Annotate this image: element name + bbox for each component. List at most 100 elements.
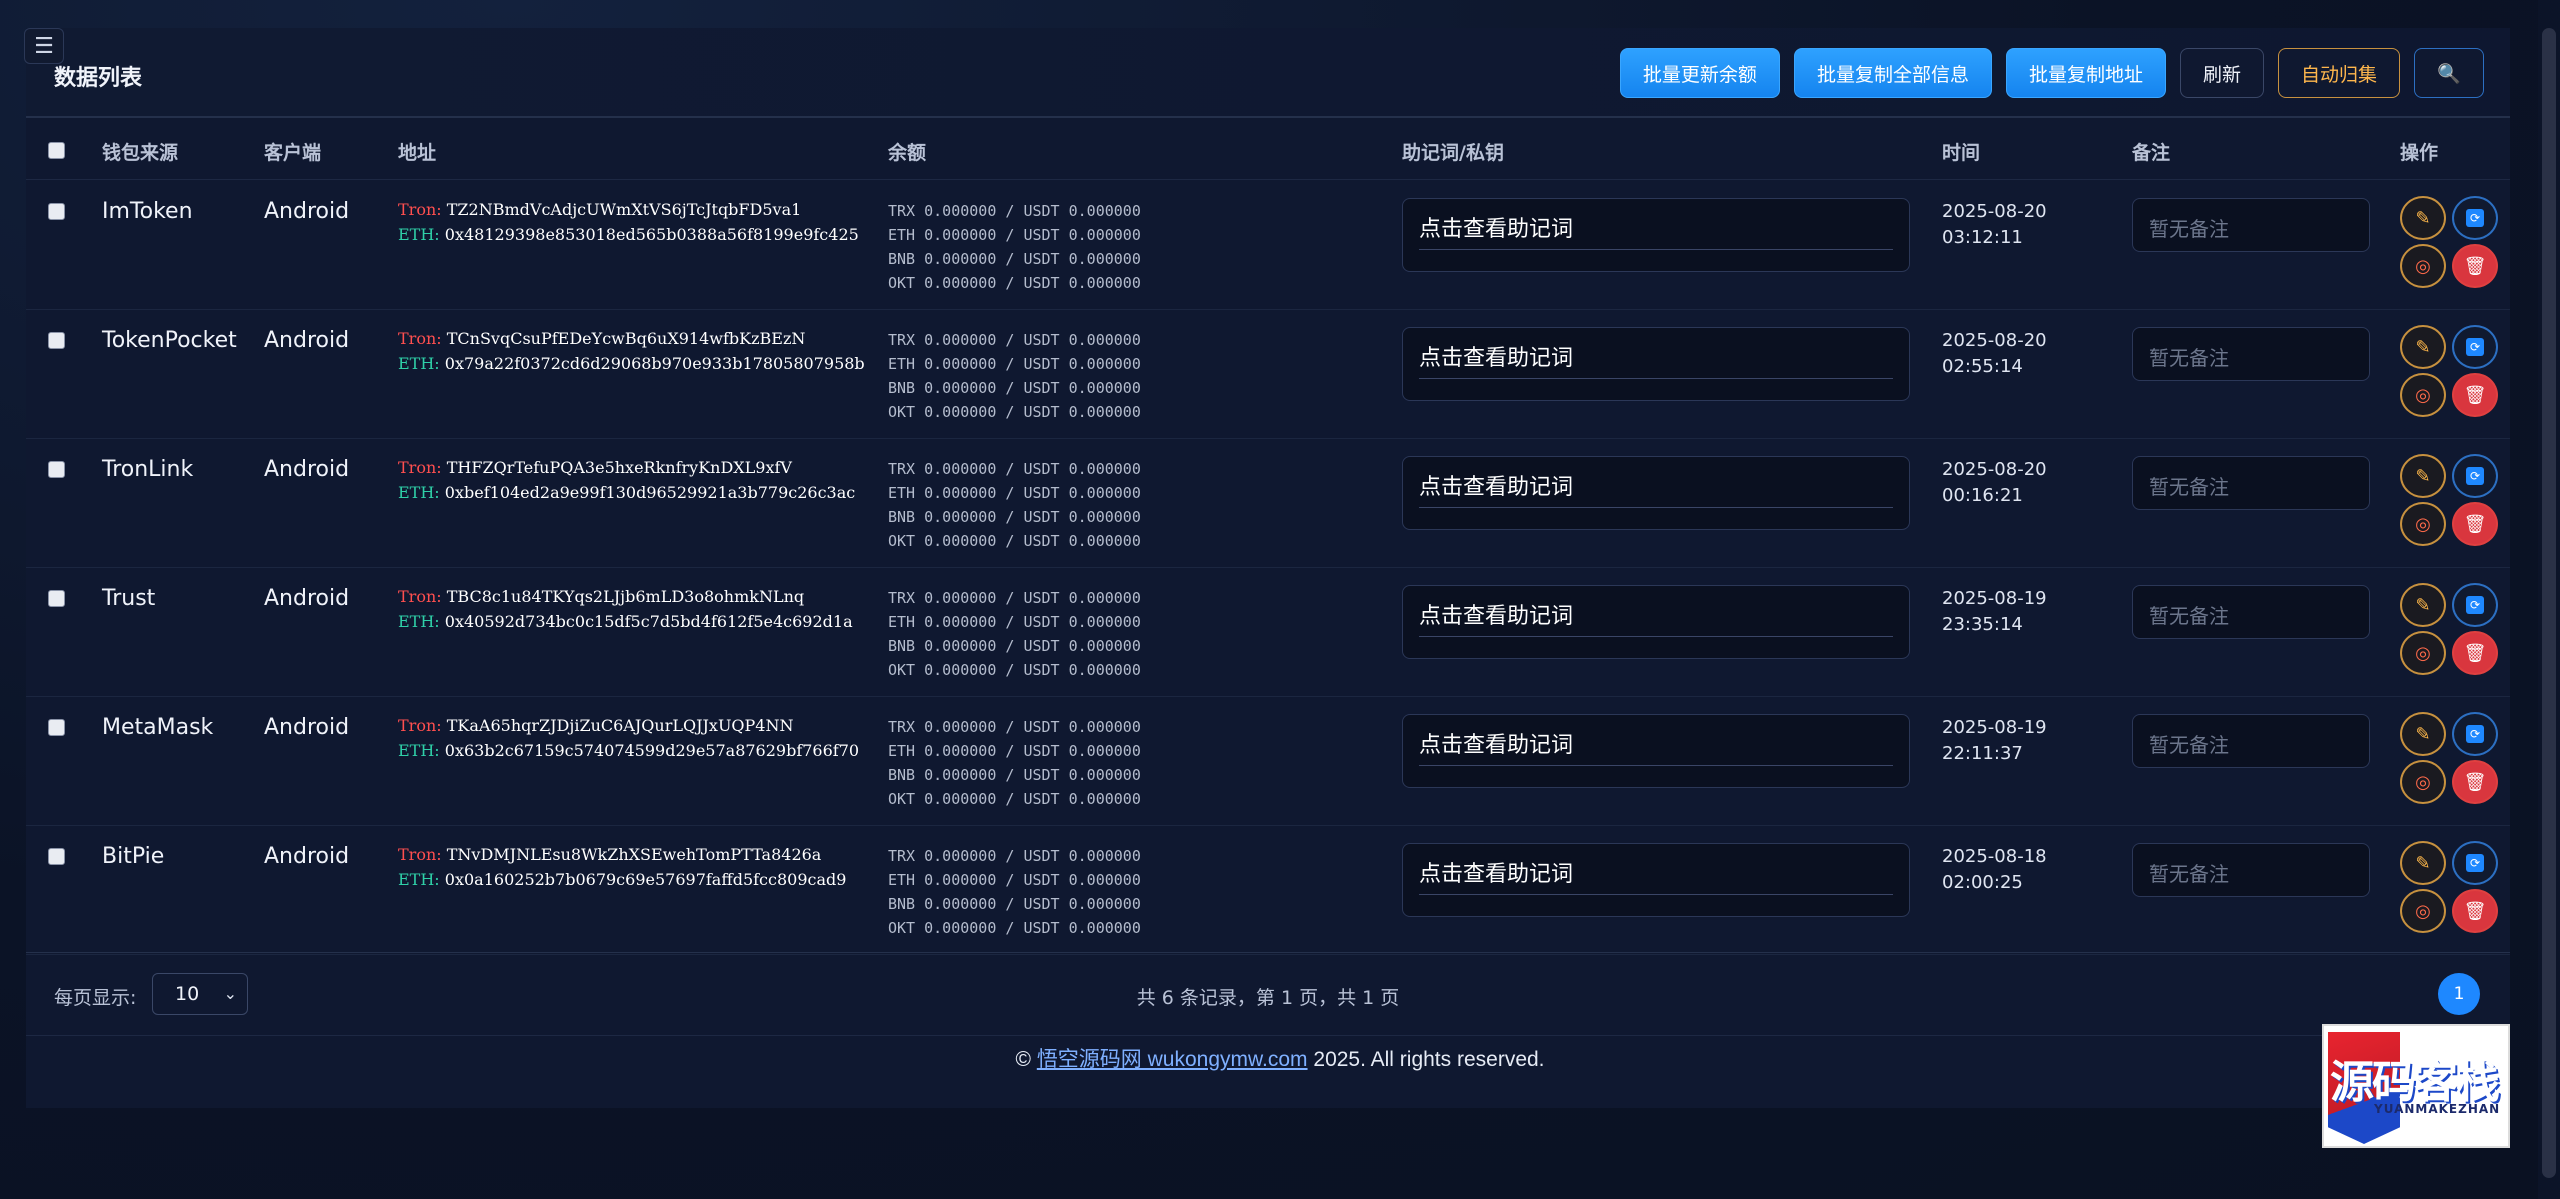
collect-button[interactable]: ◎ xyxy=(2400,889,2446,933)
edit-button[interactable]: ✎ xyxy=(2400,196,2446,240)
note-placeholder: 暂无备注 xyxy=(2149,475,2229,499)
sync-button[interactable]: ⟳ xyxy=(2452,583,2498,627)
refresh-icon: ⟳ xyxy=(2466,596,2484,614)
row-checkbox[interactable] xyxy=(48,590,65,607)
target-icon: ◎ xyxy=(2415,771,2431,793)
row-checkbox[interactable] xyxy=(48,461,65,478)
date: 2025-08-20 xyxy=(1942,459,2047,480)
delete-button[interactable]: 🗑 xyxy=(2452,373,2498,417)
scrollbar[interactable] xyxy=(2538,0,2560,1199)
balance-eth: ETH 0.000000 / USDT 0.000000 xyxy=(888,355,1141,373)
edit-button[interactable]: ✎ xyxy=(2400,583,2446,627)
collect-button[interactable]: ◎ xyxy=(2400,244,2446,288)
delete-button[interactable]: 🗑 xyxy=(2452,631,2498,675)
eth-address[interactable]: 0x79a22f0372cd6d29068b970e933b1780580795… xyxy=(445,354,865,373)
edit-button[interactable]: ✎ xyxy=(2400,841,2446,885)
balance-eth: ETH 0.000000 / USDT 0.000000 xyxy=(888,742,1141,760)
eth-address[interactable]: 0x40592d734bc0c15df5c7d5bd4f612f5e4c692d… xyxy=(445,612,853,631)
collect-button[interactable]: ◎ xyxy=(2400,631,2446,675)
note-input[interactable]: 暂无备注 xyxy=(2132,456,2370,510)
row-actions: ✎ ⟳ ◎ 🗑 xyxy=(2400,325,2498,421)
mnemonic-reveal-button[interactable]: 点击查看助记词 xyxy=(1402,843,1910,917)
scrollbar-thumb[interactable] xyxy=(2542,28,2556,1178)
target-icon: ◎ xyxy=(2415,384,2431,406)
page-summary: 共 6 条记录，第 1 页，共 1 页 xyxy=(1136,987,1400,1009)
menu-toggle-button[interactable]: ☰ xyxy=(24,28,64,64)
mnemonic-reveal-button[interactable]: 点击查看助记词 xyxy=(1402,198,1910,272)
collect-button[interactable]: ◎ xyxy=(2400,373,2446,417)
sync-button[interactable]: ⟳ xyxy=(2452,196,2498,240)
table-row: ImToken Android Tron: TZ2NBmdVcAdjcUWmXt… xyxy=(26,181,2510,310)
trash-icon: 🗑 xyxy=(2463,771,2487,793)
balance-block: TRX 0.000000 / USDT 0.000000 ETH 0.00000… xyxy=(888,199,1141,295)
note-input[interactable]: 暂无备注 xyxy=(2132,843,2370,897)
eth-address[interactable]: 0x63b2c67159c574074599d29e57a87629bf766f… xyxy=(445,741,859,760)
sync-button[interactable]: ⟳ xyxy=(2452,712,2498,756)
tron-address-line: Tron: TKaA65hqrZJDjiZuC6AJQurLQJJxUQP4NN xyxy=(398,713,859,738)
row-checkbox[interactable] xyxy=(48,848,65,865)
date: 2025-08-19 xyxy=(1942,717,2047,738)
eth-label: ETH: xyxy=(398,225,440,244)
tron-address[interactable]: THFZQrTefuPQA3e5hxeRknfryKnDXL9xfV xyxy=(447,458,792,477)
eth-address-line: ETH: 0xbef104ed2a9e99f130d96529921a3b779… xyxy=(398,480,855,505)
collect-button[interactable]: ◎ xyxy=(2400,760,2446,804)
balance-okt: OKT 0.000000 / USDT 0.000000 xyxy=(888,919,1141,937)
batch-copy-address-button[interactable]: 批量复制地址 xyxy=(2005,48,2166,98)
edit-button[interactable]: ✎ xyxy=(2400,454,2446,498)
address-block: Tron: TZ2NBmdVcAdjcUWmXtVS6jTcJtqbFD5va1… xyxy=(398,197,859,247)
edit-button[interactable]: ✎ xyxy=(2400,712,2446,756)
row-checkbox[interactable] xyxy=(48,203,65,220)
eth-address[interactable]: 0xbef104ed2a9e99f130d96529921a3b779c26c3… xyxy=(445,483,855,502)
timestamp: 2025-08-20 03:12:11 xyxy=(1942,199,2047,251)
tron-address[interactable]: TKaA65hqrZJDjiZuC6AJQurLQJJxUQP4NN xyxy=(447,716,794,735)
eth-address[interactable]: 0x48129398e853018ed565b0388a56f8199e9fc4… xyxy=(445,225,859,244)
select-all-checkbox[interactable] xyxy=(48,142,65,159)
eth-address[interactable]: 0x0a160252b7b0679c69e57697faffd5fcc809ca… xyxy=(445,870,847,889)
search-button[interactable]: 🔍 xyxy=(2414,48,2484,98)
page-number-button[interactable]: 1 xyxy=(2438,973,2480,1015)
edit-button[interactable]: ✎ xyxy=(2400,325,2446,369)
note-input[interactable]: 暂无备注 xyxy=(2132,714,2370,768)
tron-address[interactable]: TCnSvqCsuPfEDeYcwBq6uX914wfbKzBEzN xyxy=(447,329,806,348)
delete-button[interactable]: 🗑 xyxy=(2452,244,2498,288)
mnemonic-reveal-label: 点击查看助记词 xyxy=(1419,346,1574,371)
balance-okt: OKT 0.000000 / USDT 0.000000 xyxy=(888,790,1141,808)
sync-button[interactable]: ⟳ xyxy=(2452,454,2498,498)
balance-eth: ETH 0.000000 / USDT 0.000000 xyxy=(888,484,1141,502)
batch-copy-all-button[interactable]: 批量复制全部信息 xyxy=(1793,48,1992,98)
delete-button[interactable]: 🗑 xyxy=(2452,502,2498,546)
row-checkbox[interactable] xyxy=(48,332,65,349)
mnemonic-reveal-button[interactable]: 点击查看助记词 xyxy=(1402,585,1910,659)
tron-address[interactable]: TBC8c1u84TKYqs2LJjb6mLD3o8ohmkNLnq xyxy=(447,587,804,606)
delete-button[interactable]: 🗑 xyxy=(2452,760,2498,804)
mnemonic-reveal-button[interactable]: 点击查看助记词 xyxy=(1402,327,1910,401)
collect-button[interactable]: ◎ xyxy=(2400,502,2446,546)
table-header: 钱包来源 客户端 地址 余额 助记词/私钥 时间 备注 操作 xyxy=(26,120,2510,180)
delete-button[interactable]: 🗑 xyxy=(2452,889,2498,933)
sync-button[interactable]: ⟳ xyxy=(2452,841,2498,885)
mnemonic-reveal-button[interactable]: 点击查看助记词 xyxy=(1402,714,1910,788)
copyright-symbol: © xyxy=(1015,1048,1031,1071)
sync-button[interactable]: ⟳ xyxy=(2452,325,2498,369)
site-link[interactable]: 悟空源码网 wukongymw.com xyxy=(1037,1048,1308,1071)
tron-label: Tron: xyxy=(398,716,442,735)
tron-address[interactable]: TZ2NBmdVcAdjcUWmXtVS6jTcJtqbFD5va1 xyxy=(447,200,802,219)
tron-address[interactable]: TNvDMJNLEsu8WkZhXSEwehTomPTTa8426a xyxy=(447,845,822,864)
mnemonic-reveal-button[interactable]: 点击查看助记词 xyxy=(1402,456,1910,530)
col-balance: 余额 xyxy=(888,142,927,164)
page-title: 数据列表 xyxy=(54,66,143,91)
date: 2025-08-18 xyxy=(1942,846,2047,867)
client: Android xyxy=(264,199,350,224)
pencil-icon: ✎ xyxy=(2415,465,2431,487)
batch-update-balance-button[interactable]: 批量更新余额 xyxy=(1619,48,1780,98)
tron-address-line: Tron: TZ2NBmdVcAdjcUWmXtVS6jTcJtqbFD5va1 xyxy=(398,197,859,222)
note-input[interactable]: 暂无备注 xyxy=(2132,198,2370,252)
mnemonic-reveal-label: 点击查看助记词 xyxy=(1419,733,1574,758)
copyright-suffix: 2025. All rights reserved. xyxy=(1313,1048,1545,1071)
auto-collect-button[interactable]: 自动归集 xyxy=(2277,48,2400,98)
refresh-button[interactable]: 刷新 xyxy=(2179,48,2264,98)
wallet-source: BitPie xyxy=(102,844,165,869)
note-input[interactable]: 暂无备注 xyxy=(2132,585,2370,639)
row-checkbox[interactable] xyxy=(48,719,65,736)
note-input[interactable]: 暂无备注 xyxy=(2132,327,2370,381)
